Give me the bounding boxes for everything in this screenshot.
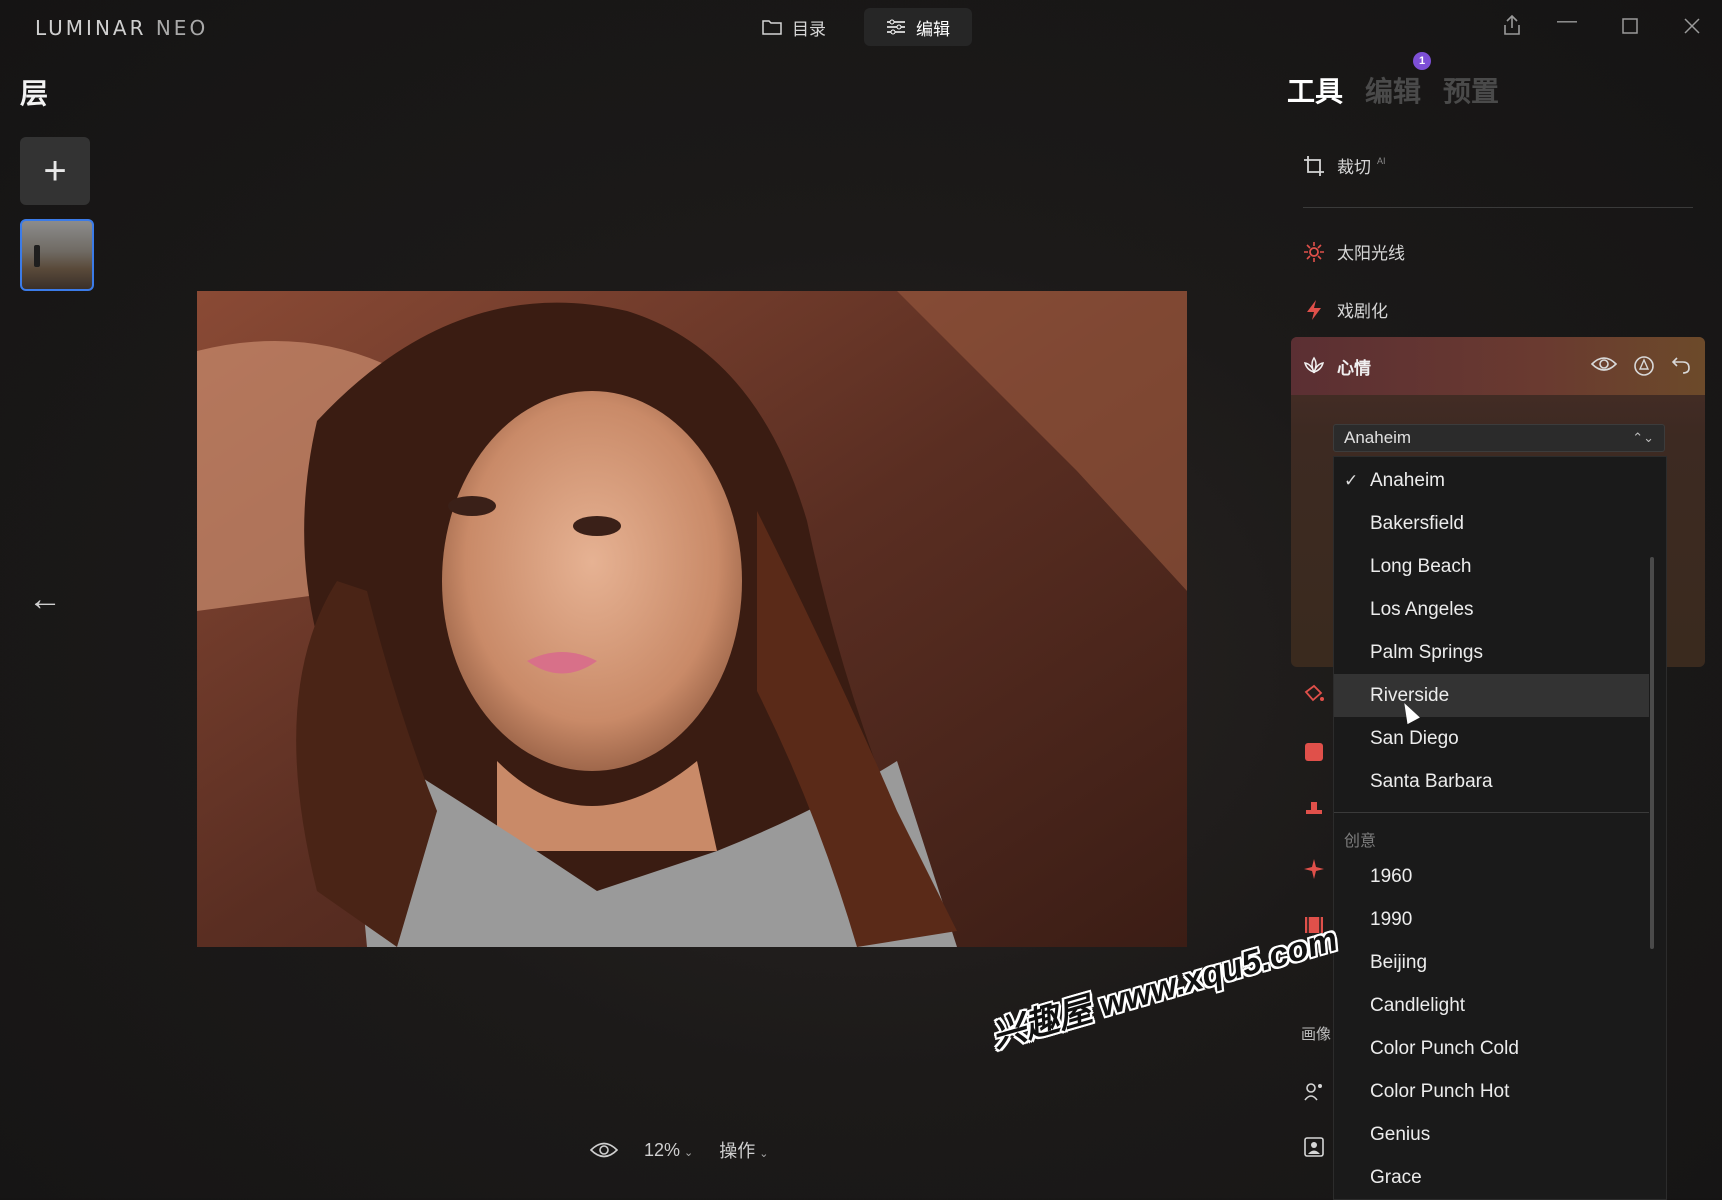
eye-icon[interactable]	[590, 1141, 618, 1159]
sparkle-icon[interactable]	[1303, 858, 1325, 880]
dropdown-option-hovered[interactable]: Riverside	[1334, 674, 1649, 717]
title-bar: LUMINAR NEO 目录 编辑 —	[0, 0, 1722, 54]
edit-tab[interactable]: 编辑	[864, 8, 972, 46]
paint-bucket-icon[interactable]	[1303, 683, 1325, 705]
tab-tools[interactable]: 工具	[1287, 70, 1343, 110]
chevron-updown-icon: ⌃⌄	[1632, 430, 1654, 445]
dropdown-option[interactable]: San Diego	[1334, 717, 1649, 760]
tools-divider	[1303, 207, 1693, 208]
lotus-icon	[1303, 356, 1325, 374]
dropdown-option[interactable]: Genius	[1334, 1113, 1649, 1156]
main-image	[197, 291, 1187, 947]
tool-dramatic[interactable]: 戏剧化	[1303, 297, 1388, 322]
edit-tab-label: 编辑	[916, 19, 950, 39]
catalog-tab[interactable]: 目录	[740, 8, 848, 46]
dropdown-option[interactable]: 1960	[1334, 855, 1649, 898]
right-panel-tabs: 工具 编辑 1 预置	[1287, 52, 1499, 110]
dropdown-separator	[1334, 812, 1649, 813]
portrait-icon[interactable]	[1303, 1136, 1325, 1158]
mask-brush-icon[interactable]	[1633, 355, 1655, 377]
sunrays-label: 太阳光线	[1337, 244, 1405, 263]
dropdown-group-label: 创意	[1344, 833, 1377, 850]
portrait-section-label-partial: 画像	[1301, 1026, 1332, 1043]
mood-dropdown-list: ✓ Anaheim Bakersfield Long Beach Los Ange…	[1333, 456, 1667, 1200]
dropdown-option[interactable]: Color Punch Hot	[1334, 1070, 1649, 1113]
dropdown-option[interactable]: Bakersfield	[1334, 502, 1649, 545]
catalog-tab-label: 目录	[792, 19, 826, 39]
layer-thumbnail[interactable]	[20, 219, 94, 291]
square-icon[interactable]	[1303, 741, 1325, 763]
sliders-icon	[887, 19, 905, 35]
check-icon: ✓	[1344, 470, 1359, 490]
dropdown-option[interactable]: Beijing	[1334, 941, 1649, 984]
tab-edits[interactable]: 编辑 1	[1365, 52, 1432, 110]
dropdown-scrollbar[interactable]	[1650, 557, 1654, 949]
share-icon[interactable]	[1502, 14, 1522, 36]
zoom-dropdown[interactable]: 12% ⌄	[644, 1140, 693, 1161]
tool-crop[interactable]: 裁切 AI	[1303, 153, 1386, 178]
dropdown-option[interactable]: Long Beach	[1334, 545, 1649, 588]
dropdown-option[interactable]: Color Punch Cold	[1334, 1027, 1649, 1070]
face-adjust-icon[interactable]	[1303, 1080, 1325, 1102]
stamp-icon[interactable]	[1303, 799, 1325, 821]
sun-icon	[1304, 241, 1324, 262]
mood-label: 心情	[1337, 358, 1371, 378]
tool-sunrays[interactable]: 太阳光线	[1303, 239, 1405, 264]
previous-image-arrow[interactable]: ←	[28, 580, 62, 619]
folder-icon	[762, 20, 782, 35]
minimize-button[interactable]: —	[1557, 10, 1577, 33]
dropdown-option[interactable]: Candlelight	[1334, 984, 1649, 1027]
dropdown-option[interactable]: Palm Springs	[1334, 631, 1649, 674]
mood-header[interactable]: 心情	[1291, 337, 1705, 395]
dropdown-option[interactable]: Grace	[1334, 1156, 1649, 1199]
app-logo: LUMINAR NEO	[35, 16, 209, 40]
crop-label: 裁切	[1337, 158, 1371, 177]
crop-icon	[1304, 155, 1324, 176]
layers-title: 层	[20, 78, 49, 109]
maximize-button[interactable]	[1622, 18, 1638, 34]
actions-dropdown[interactable]: 操作 ⌄	[719, 1137, 768, 1163]
dramatic-label: 戏剧化	[1337, 302, 1388, 321]
close-button[interactable]	[1684, 18, 1700, 34]
dropdown-option[interactable]: 1990	[1334, 898, 1649, 941]
select-value: Anaheim	[1344, 428, 1412, 447]
mood-lut-select[interactable]: Anaheim ⌃⌄	[1333, 424, 1665, 452]
tab-presets[interactable]: 预置	[1443, 70, 1499, 110]
visibility-eye-icon[interactable]	[1591, 355, 1617, 373]
lightning-icon	[1307, 299, 1321, 320]
dropdown-option[interactable]: Santa Barbara	[1334, 760, 1649, 803]
edits-count-badge: 1	[1413, 52, 1432, 70]
add-layer-button[interactable]: +	[20, 137, 90, 205]
reset-icon[interactable]	[1671, 355, 1691, 375]
canvas-toolbar: 12% ⌄ 操作 ⌄	[590, 1137, 768, 1163]
dropdown-option[interactable]: ✓ Anaheim	[1334, 459, 1649, 502]
dropdown-option[interactable]: Los Angeles	[1334, 588, 1649, 631]
ai-tag: AI	[1377, 155, 1386, 166]
